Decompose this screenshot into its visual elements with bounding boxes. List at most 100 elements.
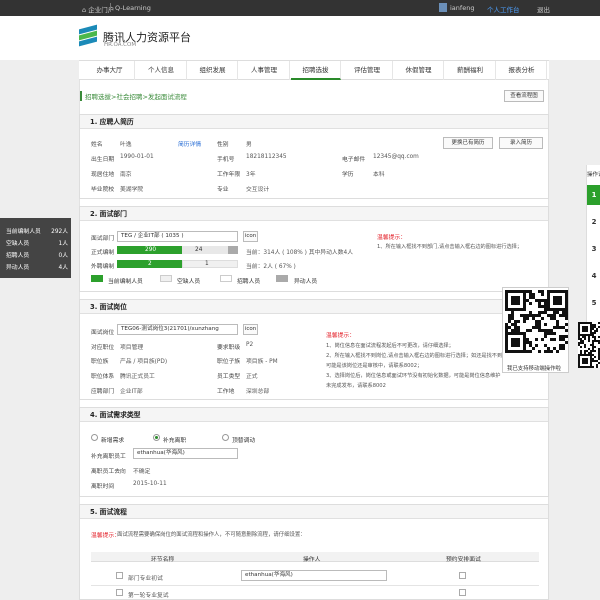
leave-dest-value: 不确定 — [133, 469, 151, 475]
headcount-row: 空缺人员 1人 — [6, 238, 68, 247]
step-name: 第一轮专业复试 — [128, 593, 169, 599]
headcount-summary: 当前编制人员 292人 空缺人员 1人 招聘人员 0人 异动人员 4人 — [0, 218, 71, 278]
headcount-label: 当前编制人员 — [6, 229, 41, 235]
demand-type-radio[interactable] — [222, 434, 229, 441]
mobile-qr-card: 我已支持移动端操作啦 — [502, 287, 569, 373]
qr-caption: 我已支持移动端操作啦 — [507, 366, 561, 372]
add-resume-button[interactable]: 录入简历 — [499, 137, 543, 149]
formal-summary: 当前：314人 ( 108% ) 其中异动人数4人 — [246, 250, 353, 256]
post-warning-item: 可能是该岗位还是审核中，请联系8002； — [326, 363, 423, 369]
type-label: 员工类型 — [217, 374, 241, 380]
formal-vacant-bar — [182, 246, 228, 254]
leave-dest-label: 离职员工去向 — [91, 469, 126, 475]
main-nav: 办事大厅 个人信息 组织发展 人事管理 招聘选拔 评估管理 休假管理 薪酬福利 报表分析 — [79, 60, 549, 80]
demand-type-radio[interactable] — [91, 434, 98, 441]
legend-transfer: 异动人员 — [294, 279, 318, 285]
help-panel-title: 操作说 — [587, 172, 600, 178]
section-title: 1. 应聘人简历 — [80, 115, 548, 129]
replace-input[interactable]: ethanhua(华海风) — [133, 448, 238, 459]
help-panel: 操作说 123456 — [586, 165, 600, 334]
headcount-value: 0人 — [58, 253, 69, 259]
name-label: 姓名 — [91, 142, 103, 148]
logout-link[interactable]: 退出 — [537, 4, 550, 14]
cmp-value: 企业IT部 — [120, 389, 143, 395]
gender-label: 性别 — [217, 142, 229, 148]
workspace-link[interactable]: 个人工作台 — [487, 4, 520, 14]
demand-type-label: 顶替调动 — [232, 438, 256, 444]
gender-value: 男 — [246, 142, 252, 148]
cls-label: 职位族 — [91, 359, 109, 365]
post-picker-icon[interactable]: icon — [243, 324, 258, 335]
username[interactable]: ianfeng — [450, 4, 474, 12]
post-input[interactable]: TEG06-测试岗位3(21701)/xunzhang — [117, 324, 238, 335]
change-resume-button[interactable]: 更换已有简历 — [443, 137, 493, 149]
formal-current-value: 290 — [145, 247, 157, 253]
top-bar: ⌂ 企业门户 Q-Learning ianfeng 个人工作台 退出 — [0, 0, 600, 16]
section-title: 2. 面试部门 — [80, 207, 548, 221]
outsource-vacant-value: 1 — [205, 261, 209, 267]
dept-label: 面试部门 — [91, 236, 115, 242]
major-label: 专业 — [217, 187, 229, 193]
row-checkbox[interactable] — [116, 589, 123, 596]
post-label: 面试岗位 — [91, 330, 115, 336]
legend-swatch-recruit — [220, 275, 232, 282]
nav-tab[interactable]: 薪酬福利 — [446, 61, 496, 80]
type-value: 正式 — [246, 374, 258, 380]
flow-tip-title: 温馨提示： — [91, 533, 120, 539]
row-checkbox[interactable] — [116, 572, 123, 579]
row-divider — [91, 585, 539, 586]
nav-tab[interactable]: 招聘选拔 — [291, 61, 341, 80]
nav-tab[interactable]: 人事管理 — [240, 61, 290, 80]
breadcrumb: 招聘选拔>社会招聘>发起面试流程 — [80, 91, 187, 101]
dept-input[interactable]: TEG / 企业IT部 ( 1035 ) — [117, 231, 238, 242]
headcount-label: 异动人员 — [6, 265, 30, 271]
nav-tab[interactable]: 评估管理 — [343, 61, 393, 80]
section-title: 5. 面试流程 — [80, 505, 548, 519]
email-label: 电子邮件 — [342, 157, 366, 163]
headcount-label: 空缺人员 — [6, 241, 30, 247]
leave-time-value: 2015-10-11 — [133, 481, 167, 487]
help-step-item[interactable]: 1 — [587, 185, 600, 205]
sys-value: 腾讯正式员工 — [120, 374, 155, 380]
qr-code-icon — [578, 322, 600, 368]
help-step-item[interactable]: 5 — [587, 293, 600, 313]
divider — [110, 3, 111, 12]
schedule-checkbox[interactable] — [459, 572, 466, 579]
col-step-name: 环节名称 — [151, 557, 175, 563]
schedule-checkbox[interactable] — [459, 589, 466, 596]
phone-label: 手机号 — [217, 157, 235, 163]
help-step-item[interactable]: 4 — [587, 266, 600, 286]
birth-label: 出生日期 — [91, 157, 115, 163]
demand-type-radio[interactable] — [153, 434, 160, 441]
legend-swatch-transfer — [276, 275, 288, 282]
legend-swatch-vacant — [160, 275, 172, 282]
post-warning-item: 未完成发布，请联系8002 — [326, 383, 386, 389]
nav-tab[interactable]: 办事大厅 — [85, 61, 135, 80]
resume-detail-link[interactable]: 简历详情 — [178, 139, 201, 148]
col-schedule: 预约安排面试 — [446, 557, 481, 563]
dept-picker-icon[interactable]: icon — [243, 231, 258, 242]
demand-type-label: 新增需求 — [101, 438, 125, 444]
help-step-item[interactable]: 2 — [587, 212, 600, 232]
view-flowchart-button[interactable]: 查看流程图 — [504, 90, 544, 102]
operator-input[interactable]: ethanhua(华海风) — [241, 570, 387, 581]
outsource-summary: 当前：2人 ( 67% ) — [246, 264, 296, 270]
nav-tab[interactable]: 组织发展 — [188, 61, 238, 80]
seq-value: 项目管理 — [120, 345, 144, 351]
nav-tab[interactable]: 报表分析 — [497, 61, 547, 80]
nav-tab[interactable]: 个人信息 — [137, 61, 187, 80]
help-step-item[interactable]: 3 — [587, 239, 600, 259]
workloc-label: 工作地 — [217, 389, 235, 395]
name-value: 叶逸 — [120, 142, 132, 148]
flow-table: 环节名称 操作人 预约安排面试 部门专业初试 ethanhua(华海风) 第一轮… — [91, 552, 539, 600]
legend-vacant: 空缺人员 — [177, 279, 201, 285]
legend-swatch-current — [91, 275, 103, 282]
seq-label: 对应职位 — [91, 345, 115, 351]
avatar — [439, 3, 447, 12]
legend-current: 当前编制人员 — [108, 279, 143, 285]
flow-tip-text: 面试流程需要确保岗位的面试流程和操作人，不可随意删除流程，请仔细设置： — [117, 532, 306, 538]
nav-tab[interactable]: 休假管理 — [394, 61, 444, 80]
subcls-value: 项目族 - PM — [246, 359, 278, 365]
level-value: P2 — [246, 342, 254, 348]
elearning-link[interactable]: Q-Learning — [115, 4, 151, 12]
